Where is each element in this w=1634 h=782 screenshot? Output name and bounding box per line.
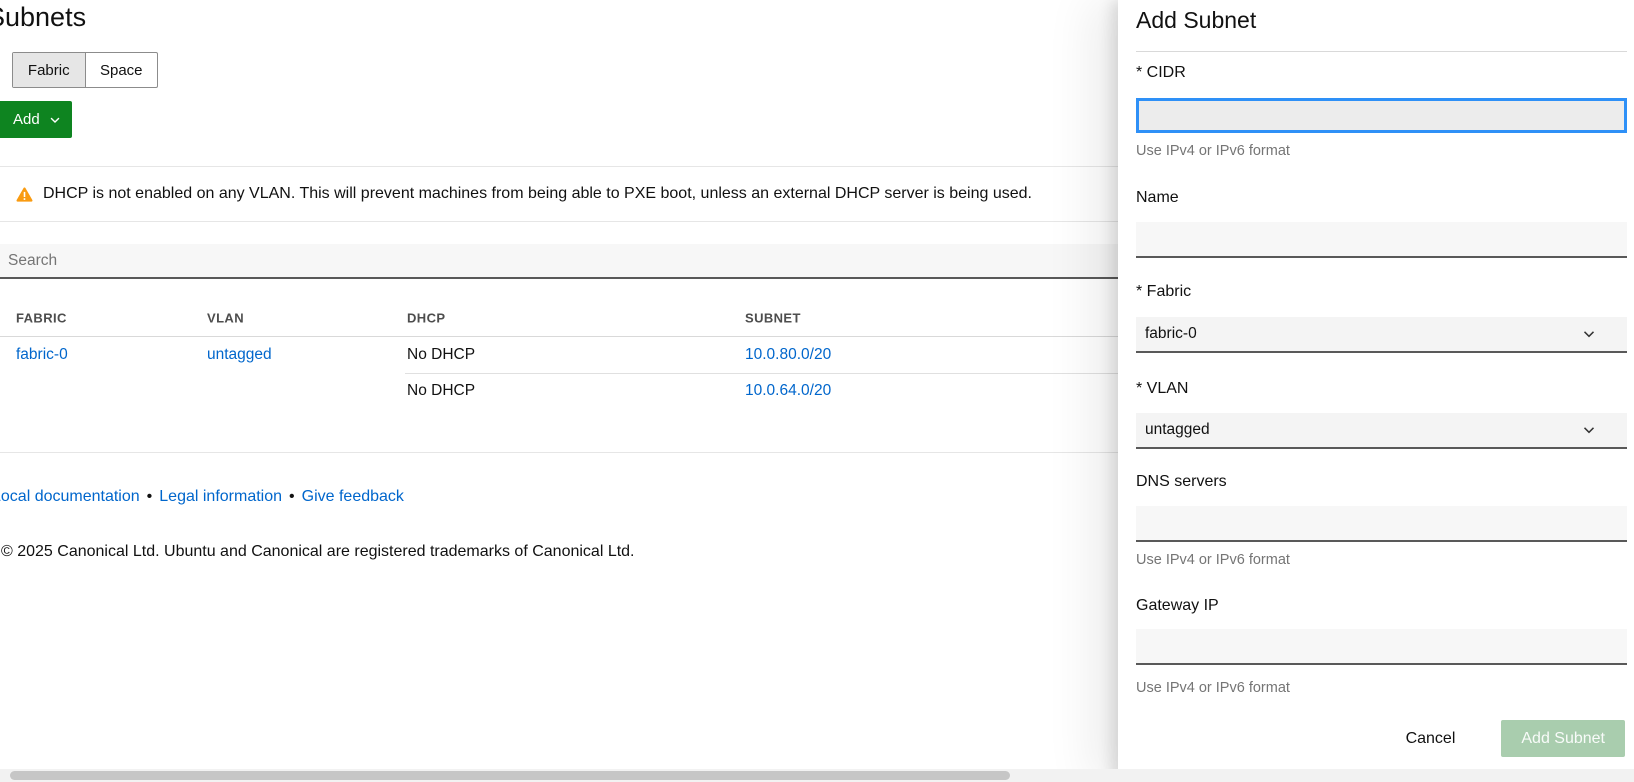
- subnet-link[interactable]: 10.0.80.0/20: [745, 346, 831, 364]
- dns-servers-label: DNS servers: [1136, 473, 1227, 491]
- gateway-ip-field[interactable]: [1136, 629, 1627, 665]
- add-button[interactable]: Add: [0, 101, 72, 138]
- warning-text: DHCP is not enabled on any VLAN. This wi…: [43, 185, 1032, 203]
- fabric-label: * Fabric: [1136, 283, 1191, 301]
- group-by-toggle: Fabric Space: [12, 52, 158, 88]
- cancel-button[interactable]: Cancel: [1390, 720, 1472, 757]
- column-header-fabric: FABRIC: [16, 311, 67, 326]
- cidr-label: * CIDR: [1136, 64, 1186, 82]
- tab-fabric[interactable]: Fabric: [13, 53, 85, 87]
- gateway-ip-label: Gateway IP: [1136, 597, 1219, 615]
- tab-space[interactable]: Space: [85, 53, 158, 87]
- cidr-help-text: Use IPv4 or IPv6 format: [1136, 143, 1290, 159]
- chevron-down-icon: [1581, 422, 1597, 438]
- column-header-subnet: SUBNET: [745, 311, 801, 326]
- horizontal-scrollbar[interactable]: [0, 769, 1634, 782]
- footer-separator: •: [147, 488, 153, 505]
- footer-separator: •: [289, 488, 295, 505]
- dhcp-status: No DHCP: [407, 382, 475, 400]
- vlan-select[interactable]: untagged: [1136, 413, 1627, 449]
- footer-links: Local documentation • Legal information • Gi…: [0, 488, 404, 506]
- add-subnet-panel: Add Subnet * CIDR Use IPv4 or IPv6 forma…: [1118, 0, 1634, 782]
- add-subnet-submit-button[interactable]: Add Subnet: [1501, 720, 1625, 757]
- vlan-label: * VLAN: [1136, 380, 1188, 398]
- column-header-dhcp: DHCP: [407, 311, 445, 326]
- chevron-down-icon: [48, 113, 62, 127]
- legal-information-link[interactable]: Legal information: [159, 488, 282, 505]
- chevron-down-icon: [1581, 326, 1597, 342]
- panel-actions: Cancel Add Subnet: [1390, 720, 1625, 757]
- copyright-text: © 2025 Canonical Ltd. Ubuntu and Canonic…: [1, 543, 635, 561]
- scrollbar-thumb[interactable]: [10, 771, 1010, 780]
- dhcp-status: No DHCP: [407, 346, 475, 364]
- column-header-vlan: VLAN: [207, 311, 244, 326]
- panel-divider: [1136, 51, 1627, 52]
- subnet-link[interactable]: 10.0.64.0/20: [745, 382, 831, 400]
- panel-title: Add Subnet: [1136, 7, 1256, 34]
- cidr-field[interactable]: [1136, 98, 1627, 133]
- name-field[interactable]: [1136, 222, 1627, 258]
- warning-icon: [16, 186, 33, 203]
- vlan-select-value: untagged: [1145, 421, 1210, 439]
- give-feedback-link[interactable]: Give feedback: [302, 488, 404, 505]
- add-button-label: Add: [13, 111, 40, 128]
- fabric-select-value: fabric-0: [1145, 325, 1197, 343]
- fabric-link[interactable]: fabric-0: [16, 346, 68, 364]
- page-title: Subnets: [0, 2, 86, 33]
- local-documentation-link[interactable]: Local documentation: [0, 488, 140, 505]
- dns-servers-field[interactable]: [1136, 506, 1627, 542]
- vlan-link[interactable]: untagged: [207, 346, 272, 364]
- gateway-help-text: Use IPv4 or IPv6 format: [1136, 680, 1290, 696]
- subnets-page: Subnets Fabric Space Add DHCP is not ena…: [0, 0, 1634, 782]
- fabric-select[interactable]: fabric-0: [1136, 317, 1627, 353]
- dns-help-text: Use IPv4 or IPv6 format: [1136, 552, 1290, 568]
- name-label: Name: [1136, 189, 1179, 207]
